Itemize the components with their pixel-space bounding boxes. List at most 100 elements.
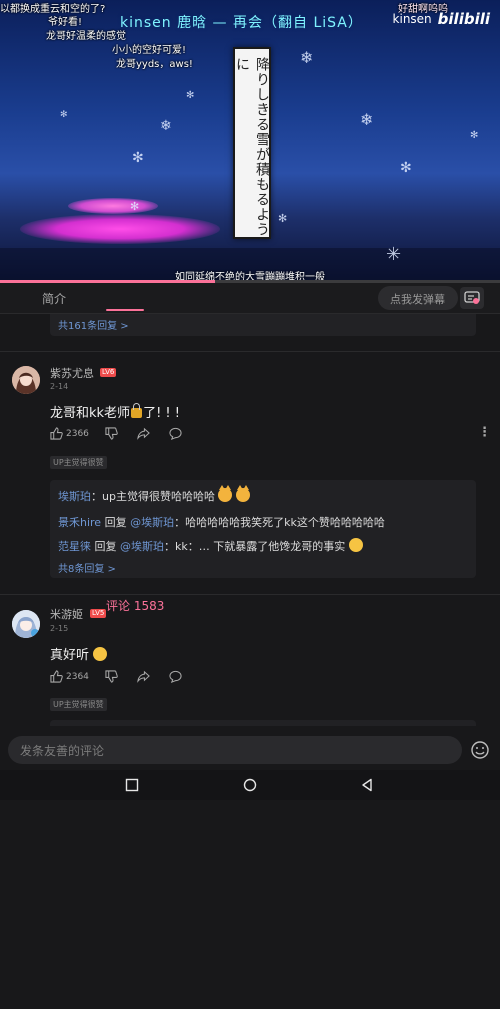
reply-button[interactable] bbox=[169, 670, 185, 683]
comment-icon bbox=[169, 427, 182, 440]
tab-bar: 简介 评论 1583 点我发弹幕 bbox=[0, 283, 500, 613]
tab-intro[interactable]: 简介 bbox=[42, 290, 66, 307]
avatar[interactable] bbox=[12, 366, 40, 394]
share-button[interactable] bbox=[137, 670, 153, 683]
up-liked-tag: UP主觉得很赞 bbox=[50, 456, 107, 469]
danmaku-toggle-button[interactable] bbox=[460, 287, 484, 309]
user-level-badge: LV6 bbox=[100, 368, 117, 377]
more-replies-link[interactable]: 共8条回复 > bbox=[58, 560, 116, 575]
reply-username[interactable]: 范星徕 bbox=[58, 540, 91, 553]
thumbs-up-icon bbox=[50, 670, 63, 683]
share-icon bbox=[137, 427, 150, 440]
cat-emoji-icon bbox=[235, 485, 250, 502]
like-button[interactable]: 2366 bbox=[50, 427, 89, 440]
emoji-icon[interactable] bbox=[470, 740, 490, 760]
comment-bar: 发条友善的评论 bbox=[0, 732, 500, 768]
lock-emoji-icon bbox=[131, 403, 143, 418]
divider bbox=[0, 351, 500, 352]
reply-item: 景禾hire 回复 @埃斯珀：哈哈哈哈哈我笑死了kk这个赞哈哈哈哈哈 bbox=[58, 514, 385, 530]
danmaku-item: 好甜啊呜呜 bbox=[398, 4, 448, 15]
comment-icon bbox=[169, 670, 182, 683]
cat-emoji-icon bbox=[218, 485, 233, 502]
danmaku-item: 爷好看! bbox=[48, 17, 83, 28]
reply-preview[interactable]: 埃斯珀：up主觉得很赞哈哈哈哈 景禾hire 回复 @埃斯珀：哈哈哈哈哈我笑死了… bbox=[50, 480, 476, 578]
danmaku-icon bbox=[464, 291, 480, 304]
reply-prefix: 回复 bbox=[101, 516, 131, 529]
snowflake-icon: ✻ bbox=[130, 200, 140, 213]
danmaku-item: 龙哥yyds，aws! bbox=[116, 59, 193, 70]
reply-text: ：kk：… 下就暴露了他馋龙哥的事实 bbox=[164, 540, 346, 553]
smile-emoji-icon bbox=[348, 538, 363, 552]
comment-text: 龙哥和kk老师 了! ! ! bbox=[50, 402, 180, 421]
snowflake-icon: ✻ bbox=[132, 150, 144, 166]
avatar[interactable] bbox=[12, 610, 40, 638]
comment-username[interactable]: 米游姬 bbox=[50, 606, 83, 622]
comment-date: 2-15 bbox=[50, 624, 69, 633]
lyric-text: 降りしきる雪が積もるように bbox=[234, 57, 270, 237]
tab-active-indicator bbox=[106, 309, 144, 311]
snowflake-icon: ✻ bbox=[400, 160, 412, 176]
comment-text-part: 真好听 bbox=[50, 648, 90, 663]
reply-text: ：哈哈哈哈哈我笑死了kk这个赞哈哈哈哈哈 bbox=[174, 516, 385, 529]
reply-item: 范星徕 回复 @埃斯珀：kk：… 下就暴露了他馋龙哥的事实 bbox=[58, 538, 363, 554]
comment-list[interactable]: 共161条回复 > 紫苏尤息 LV6 2-14 龙哥和kk老师 了! ! ! 23… bbox=[0, 314, 500, 726]
back-icon[interactable] bbox=[360, 778, 374, 792]
thumbs-up-icon bbox=[50, 427, 63, 440]
up-liked-tag: UP主觉得很赞 bbox=[50, 698, 107, 711]
dislike-button[interactable] bbox=[105, 427, 121, 440]
divider bbox=[0, 594, 500, 595]
stage-light bbox=[68, 198, 158, 214]
snowflake-icon: ❄ bbox=[360, 110, 374, 129]
snowflake-icon: ❄ bbox=[300, 48, 314, 67]
comment-date: 2-14 bbox=[50, 382, 69, 391]
snowflake-icon: ✳ bbox=[386, 244, 402, 265]
snowflake-icon: ✻ bbox=[278, 212, 288, 225]
avatar-image bbox=[12, 610, 40, 638]
dislike-button[interactable] bbox=[105, 670, 121, 683]
system-nav-bar bbox=[0, 770, 500, 800]
reply-target[interactable]: @埃斯珀 bbox=[120, 540, 164, 553]
danmaku-item: 小小的空好可爱! bbox=[112, 45, 187, 56]
comment-text: 真好听 bbox=[50, 644, 108, 663]
comment-username[interactable]: 紫苏尤息 bbox=[50, 365, 94, 381]
reply-button[interactable] bbox=[169, 427, 185, 440]
like-count: 2364 bbox=[66, 671, 89, 682]
stage-light bbox=[20, 214, 220, 244]
user-level-badge: LV5 bbox=[90, 609, 107, 618]
thumbs-down-icon bbox=[105, 427, 118, 440]
home-icon[interactable] bbox=[243, 778, 257, 792]
share-icon bbox=[137, 670, 150, 683]
snowflake-icon: ✻ bbox=[470, 130, 479, 141]
reply-preview[interactable] bbox=[50, 720, 476, 726]
more-options-icon[interactable]: ⋮ bbox=[478, 425, 491, 440]
share-button[interactable] bbox=[137, 427, 153, 440]
lyric-banner: 降りしきる雪が積もるように bbox=[233, 47, 271, 239]
video-player[interactable]: ✻ ❄ ✻ ✻ ❄ ❄ ✻ ✳ ✻ ✻ ✻ kinsen 鹿晗 — 再会（翻自 … bbox=[0, 0, 500, 280]
reply-text: ：up主觉得很赞哈哈哈哈 bbox=[91, 490, 215, 503]
reply-prefix: 回复 bbox=[91, 540, 120, 553]
recents-icon[interactable] bbox=[125, 778, 139, 792]
reply-item: 埃斯珀：up主觉得很赞哈哈哈哈 bbox=[58, 485, 250, 504]
more-replies-link[interactable]: 共161条回复 > bbox=[58, 317, 129, 332]
comment-actions: 2366 bbox=[50, 427, 201, 440]
thumbs-down-icon bbox=[105, 670, 118, 683]
danmaku-input[interactable]: 点我发弹幕 bbox=[378, 286, 458, 310]
reply-username[interactable]: 景禾hire bbox=[58, 516, 101, 529]
danmaku-item: 龙哥好温柔的感觉 bbox=[46, 31, 126, 42]
comment-text-part: 了! ! ! bbox=[143, 406, 180, 421]
comment-input[interactable]: 发条友善的评论 bbox=[8, 736, 462, 764]
like-button[interactable]: 2364 bbox=[50, 670, 89, 683]
snowflake-icon: ✻ bbox=[186, 90, 195, 101]
snowflake-icon: ✻ bbox=[60, 110, 68, 120]
comment-text-part: 龙哥和kk老师 bbox=[50, 406, 131, 421]
comment-actions: 2364 bbox=[50, 670, 201, 683]
video-title-overlay: kinsen 鹿晗 — 再会（翻自 LiSA） bbox=[120, 15, 363, 31]
reply-username[interactable]: 埃斯珀 bbox=[58, 490, 91, 503]
like-count: 2366 bbox=[66, 428, 89, 439]
avatar-image bbox=[12, 366, 40, 394]
reply-target[interactable]: @埃斯珀 bbox=[130, 516, 174, 529]
video-subtitle: 如同延绵不绝的大雪蹦蹦堆积一般 bbox=[175, 272, 325, 280]
snowflake-icon: ❄ bbox=[160, 118, 172, 134]
previous-thread-replies: 共161条回复 > bbox=[50, 314, 476, 336]
cry-emoji-icon bbox=[93, 647, 108, 661]
